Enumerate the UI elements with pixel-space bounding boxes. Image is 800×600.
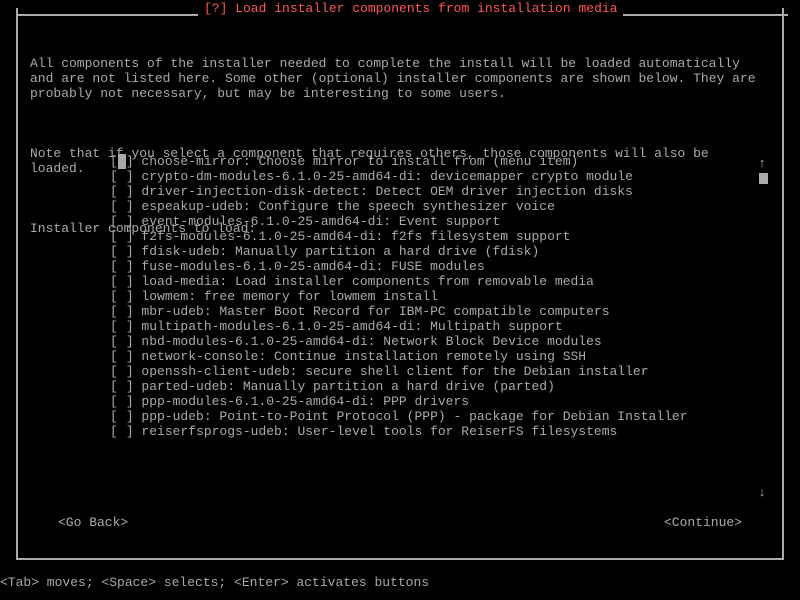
dialog-title-row: [?] Load installer components from insta… — [16, 7, 788, 22]
list-item-label: choose-mirror: Choose mirror to install … — [141, 154, 578, 169]
intro-para-1: All components of the installer needed t… — [30, 56, 770, 101]
checkbox[interactable]: [ ] — [110, 229, 141, 244]
list-item-label: load-media: Load installer components fr… — [141, 274, 593, 289]
scroll-thumb[interactable] — [759, 173, 768, 184]
list-item[interactable]: [ ] openssh-client-udeb: secure shell cl… — [110, 364, 758, 379]
list-item[interactable]: [ ] network-console: Continue installati… — [110, 349, 758, 364]
list-item-label: event-modules-6.1.0-25-amd64-di: Event s… — [141, 214, 500, 229]
go-back-button[interactable]: <Go Back> — [58, 515, 128, 530]
list-item[interactable]: [ ] choose-mirror: Choose mirror to inst… — [110, 154, 758, 169]
list-item-label: openssh-client-udeb: secure shell client… — [141, 364, 648, 379]
checkbox[interactable]: [ ] — [110, 364, 141, 379]
list-item[interactable]: [ ] parted-udeb: Manually partition a ha… — [110, 379, 758, 394]
checkbox[interactable]: [ ] — [110, 289, 141, 304]
checkbox[interactable]: [ ] — [110, 244, 141, 259]
title-line-left — [16, 14, 198, 16]
list-item-label: espeakup-udeb: Configure the speech synt… — [141, 199, 554, 214]
list-item-label: lowmem: free memory for lowmem install — [141, 289, 437, 304]
list-item[interactable]: [ ] fdisk-udeb: Manually partition a har… — [110, 244, 758, 259]
footer-help: <Tab> moves; <Space> selects; <Enter> ac… — [0, 575, 429, 590]
dialog-frame: [?] Load installer components from insta… — [16, 8, 784, 560]
list-item[interactable]: [ ] f2fs-modules-6.1.0-25-amd64-di: f2fs… — [110, 229, 758, 244]
list-item-label: mbr-udeb: Master Boot Record for IBM-PC … — [141, 304, 609, 319]
checkbox[interactable]: [ ] — [110, 169, 141, 184]
list-item-label: crypto-dm-modules-6.1.0-25-amd64-di: dev… — [141, 169, 632, 184]
list-item-label: network-console: Continue installation r… — [141, 349, 586, 364]
list-item[interactable]: [ ] lowmem: free memory for lowmem insta… — [110, 289, 758, 304]
list-item-label: multipath-modules-6.1.0-25-amd64-di: Mul… — [141, 319, 562, 334]
list-item[interactable]: [ ] driver-injection-disk-detect: Detect… — [110, 184, 758, 199]
list-item-label: ppp-udeb: Point-to-Point Protocol (PPP) … — [141, 409, 687, 424]
checkbox[interactable]: [ ] — [110, 199, 141, 214]
dialog-title: [?] Load installer components from insta… — [198, 1, 623, 16]
list-item-label: reiserfsprogs-udeb: User-level tools for… — [141, 424, 617, 439]
checkbox[interactable]: [ ] — [110, 184, 141, 199]
list-item[interactable]: [ ] ppp-udeb: Point-to-Point Protocol (P… — [110, 409, 758, 424]
list-item[interactable]: [ ] crypto-dm-modules-6.1.0-25-amd64-di:… — [110, 169, 758, 184]
checkbox[interactable]: [ ] — [110, 349, 141, 364]
title-line-right — [623, 14, 788, 16]
checkbox[interactable]: [ ] — [110, 379, 141, 394]
checkbox[interactable]: [ ] — [110, 214, 141, 229]
button-row: <Go Back> <Continue> — [58, 515, 742, 530]
list-item[interactable]: [ ] load-media: Load installer component… — [110, 274, 758, 289]
continue-button[interactable]: <Continue> — [664, 515, 742, 530]
list-item[interactable]: [ ] multipath-modules-6.1.0-25-amd64-di:… — [110, 319, 758, 334]
checkbox[interactable]: [ ] — [110, 259, 141, 274]
component-list[interactable]: [ ] choose-mirror: Choose mirror to inst… — [110, 154, 758, 439]
scroll-up-icon[interactable]: ↑ — [758, 156, 766, 171]
list-item-label: driver-injection-disk-detect: Detect OEM… — [141, 184, 632, 199]
checkbox[interactable]: [ ] — [110, 409, 141, 424]
list-item[interactable]: [ ] reiserfsprogs-udeb: User-level tools… — [110, 424, 758, 439]
checkbox[interactable]: [ ] — [110, 319, 141, 334]
checkbox[interactable]: [ ] — [110, 304, 141, 319]
checkbox[interactable]: [ ] — [110, 274, 141, 289]
list-item-label: parted-udeb: Manually partition a hard d… — [141, 379, 554, 394]
list-item[interactable]: [ ] nbd-modules-6.1.0-25-amd64-di: Netwo… — [110, 334, 758, 349]
list-item-label: fdisk-udeb: Manually partition a hard dr… — [141, 244, 539, 259]
list-item[interactable]: [ ] fuse-modules-6.1.0-25-amd64-di: FUSE… — [110, 259, 758, 274]
scroll-down-icon[interactable]: ↓ — [758, 485, 766, 500]
list-item-label: fuse-modules-6.1.0-25-amd64-di: FUSE mod… — [141, 259, 484, 274]
list-item-label: nbd-modules-6.1.0-25-amd64-di: Network B… — [141, 334, 601, 349]
list-item[interactable]: [ ] event-modules-6.1.0-25-amd64-di: Eve… — [110, 214, 758, 229]
list-item-label: f2fs-modules-6.1.0-25-amd64-di: f2fs fil… — [141, 229, 570, 244]
checkbox[interactable]: [ ] — [110, 334, 141, 349]
checkbox[interactable]: [ ] — [110, 154, 141, 169]
checkbox[interactable]: [ ] — [110, 394, 141, 409]
list-item[interactable]: [ ] ppp-modules-6.1.0-25-amd64-di: PPP d… — [110, 394, 758, 409]
checkbox[interactable]: [ ] — [110, 424, 141, 439]
list-item-label: ppp-modules-6.1.0-25-amd64-di: PPP drive… — [141, 394, 469, 409]
list-item[interactable]: [ ] espeakup-udeb: Configure the speech … — [110, 199, 758, 214]
list-item[interactable]: [ ] mbr-udeb: Master Boot Record for IBM… — [110, 304, 758, 319]
